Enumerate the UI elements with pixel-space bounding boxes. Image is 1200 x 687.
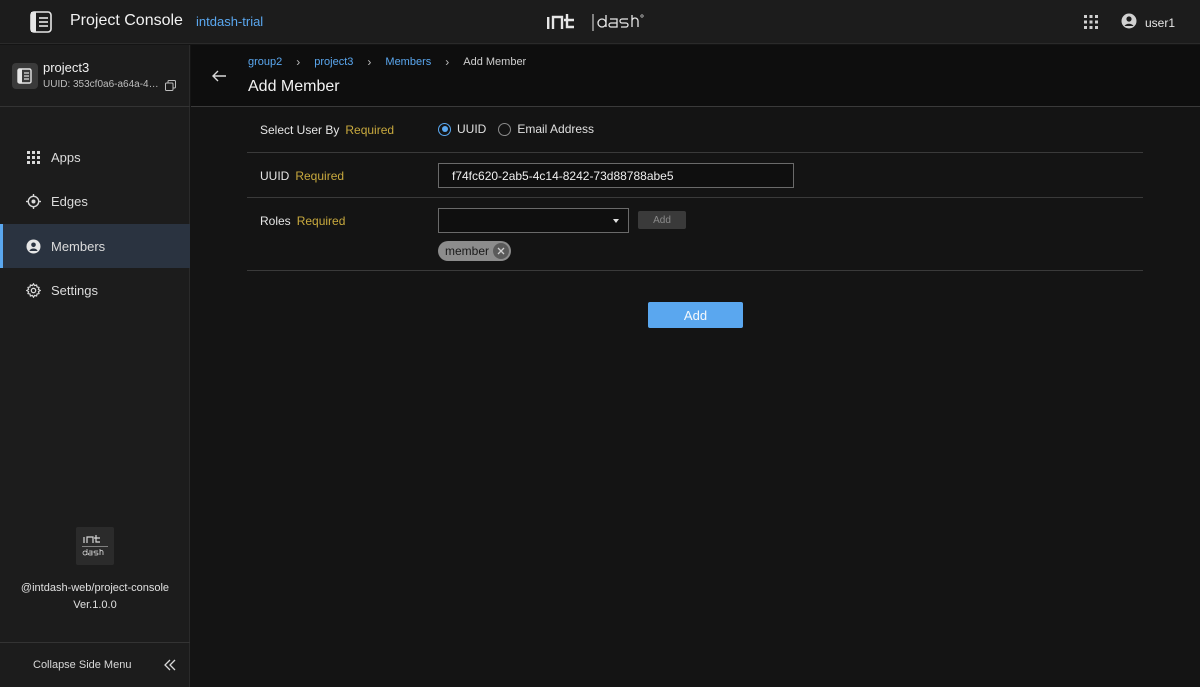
sidebar-item-label: Members (51, 238, 106, 254)
required-badge: Required (345, 123, 395, 137)
uuid-input[interactable] (438, 163, 794, 188)
radio-unchecked-icon (498, 122, 512, 136)
uuid-label: UUID Required (260, 169, 345, 183)
role-chip-label: member (445, 244, 490, 258)
chevron-right-icon: › (296, 55, 301, 69)
side-menu: project3 UUID: 353cf0a6-a64a-4… Apps Edg… (0, 45, 190, 687)
intdash-footer-logo (76, 527, 114, 565)
project-icon (12, 63, 38, 89)
person-icon (26, 239, 41, 254)
breadcrumb-members[interactable]: Members (385, 56, 431, 68)
project-uuid: UUID: 353cf0a6-a64a-4… (43, 79, 159, 90)
remove-chip-icon[interactable] (493, 243, 510, 259)
side-nav: Apps Edges Members Settings (0, 135, 190, 313)
top-bar: Project Console intdash-trial user1 (0, 0, 1200, 44)
select-user-by-radio-group: UUID Email Address (438, 122, 606, 136)
breadcrumb-current: Add Member (463, 56, 527, 68)
chevron-right-icon: › (445, 55, 450, 69)
radio-email-address[interactable]: Email Address (498, 122, 594, 136)
add-member-submit-button[interactable]: Add (648, 302, 743, 328)
role-chip: member (438, 241, 512, 261)
collapse-label: Collapse Side Menu (33, 659, 132, 671)
sidebar-item-label: Edges (51, 194, 88, 209)
project-info: project3 UUID: 353cf0a6-a64a-4… (0, 45, 190, 107)
edge-icon (26, 194, 41, 209)
radio-uuid[interactable]: UUID (438, 122, 486, 136)
breadcrumb: group2 › project3 › Members › Add Member (248, 55, 526, 69)
sidebar-item-edges[interactable]: Edges (0, 180, 190, 224)
app-launcher-icon[interactable] (1084, 15, 1098, 29)
select-user-by-label: Select User By Required (260, 123, 395, 137)
uuid-row: UUID Required (247, 153, 1143, 198)
breadcrumb-group[interactable]: group2 (248, 56, 282, 68)
organization-name[interactable]: intdash-trial (196, 14, 263, 29)
project-name: project3 (43, 60, 90, 75)
user-menu[interactable]: user1 (1121, 13, 1175, 32)
roles-label: Roles Required (260, 214, 346, 228)
sidebar-item-settings[interactable]: Settings (0, 269, 190, 313)
back-arrow-icon[interactable] (211, 68, 227, 84)
sidebar-item-apps[interactable]: Apps (0, 135, 190, 179)
required-badge: Required (295, 169, 345, 183)
add-member-form: Select User By Required UUID Email Addres… (247, 107, 1143, 271)
caret-down-icon (613, 219, 619, 223)
package-name: @intdash-web/project-console (20, 582, 170, 594)
user-name: user1 (1145, 15, 1176, 30)
copy-icon[interactable] (165, 79, 176, 91)
double-chevron-left-icon (163, 658, 177, 672)
page-title: Add Member (248, 78, 340, 95)
version-label: Ver.1.0.0 (73, 599, 117, 611)
select-user-by-row: Select User By Required UUID Email Addres… (247, 107, 1143, 153)
sidebar-item-label: Apps (51, 149, 81, 165)
roles-row: Roles Required Add member (247, 198, 1143, 271)
role-select[interactable] (438, 208, 629, 233)
user-avatar-icon (1121, 13, 1137, 32)
page-header: group2 › project3 › Members › Add Member… (191, 45, 1200, 107)
collapse-side-menu-button[interactable]: Collapse Side Menu (0, 642, 190, 687)
intdash-logo (546, 10, 656, 34)
app-title: Project Console (70, 12, 183, 29)
apps-grid-icon (26, 150, 41, 165)
required-badge: Required (296, 214, 346, 228)
main-content: group2 › project3 › Members › Add Member… (191, 45, 1200, 687)
sidebar-item-members[interactable]: Members (0, 224, 190, 268)
breadcrumb-project[interactable]: project3 (314, 56, 353, 68)
gear-icon (26, 283, 41, 298)
add-role-button[interactable]: Add (638, 211, 686, 229)
chevron-right-icon: › (367, 55, 372, 69)
sidebar-item-label: Settings (51, 283, 98, 298)
project-console-icon (29, 10, 53, 34)
radio-checked-icon (438, 122, 451, 136)
